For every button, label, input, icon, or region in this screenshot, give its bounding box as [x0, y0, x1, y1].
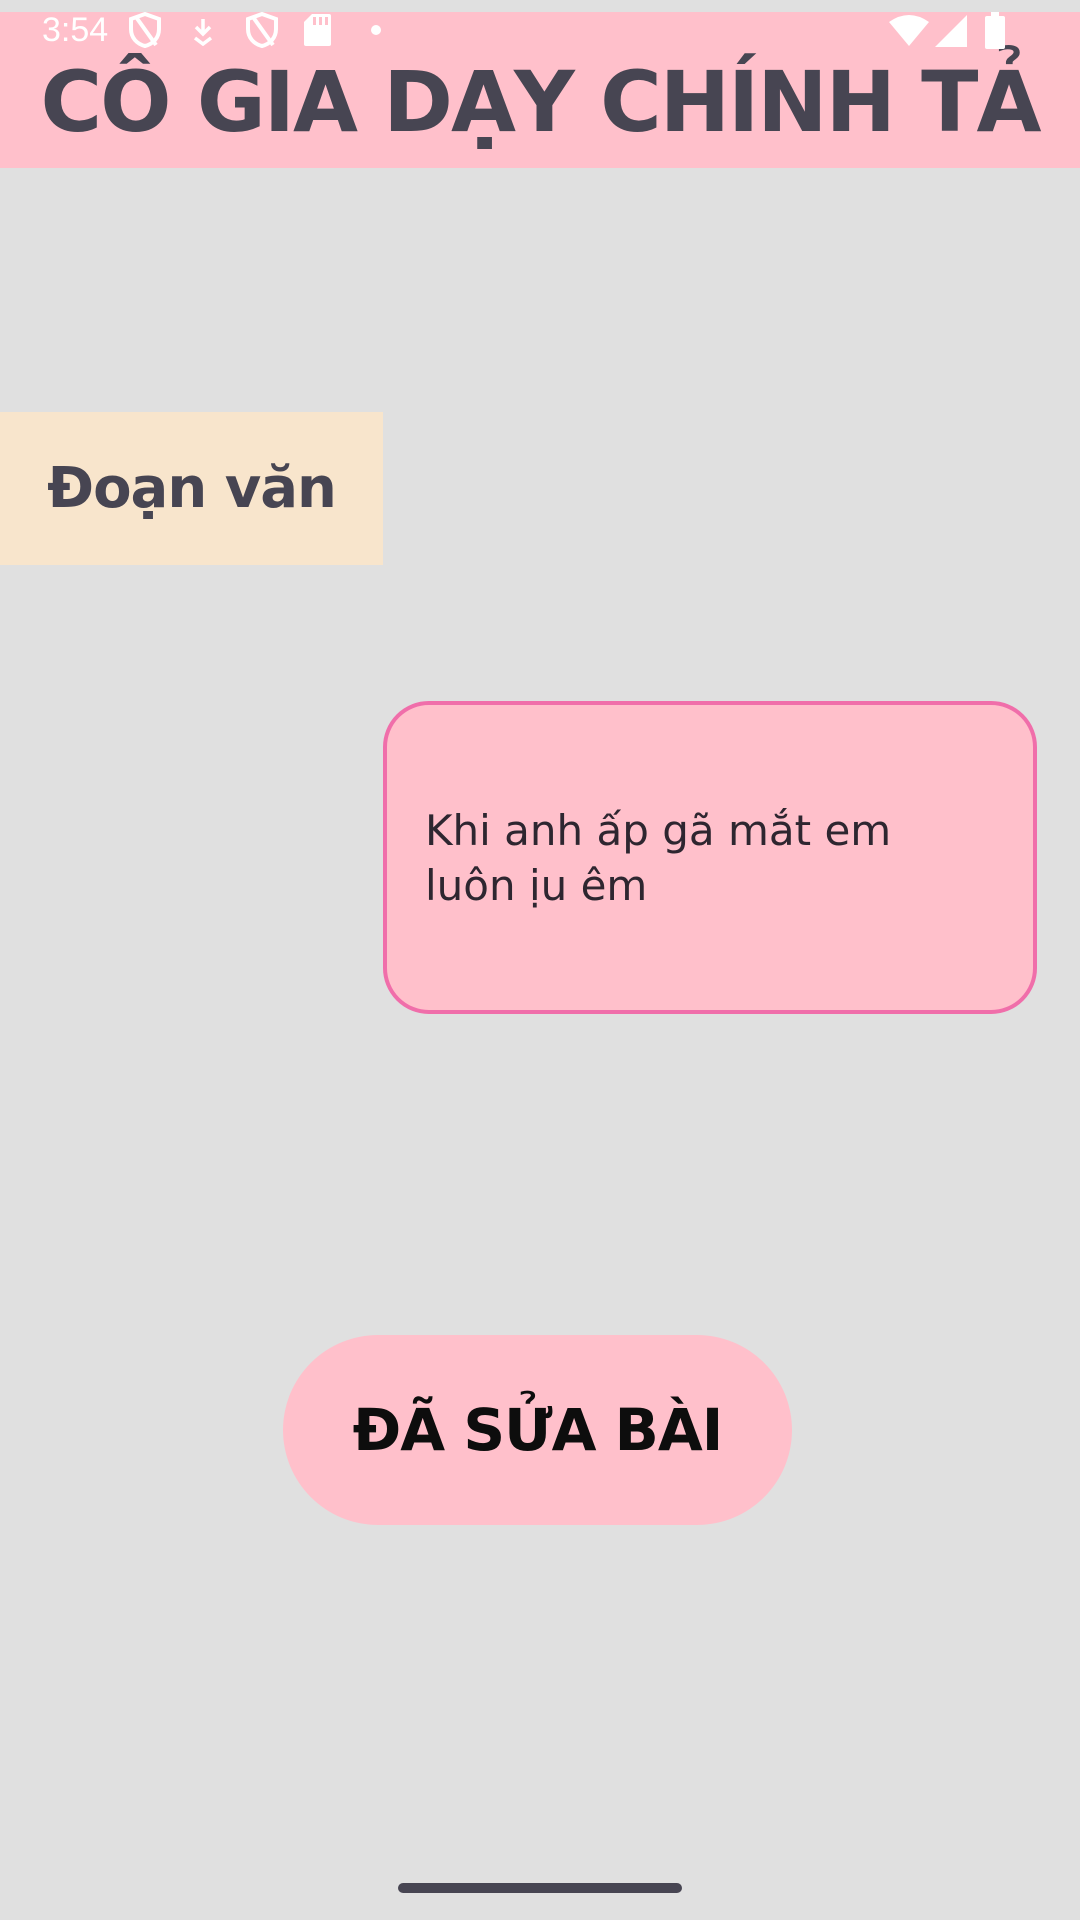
paragraph-text: Khi anh ấp gã mắt em luôn ịu êm	[425, 805, 892, 910]
shield-icon	[246, 12, 278, 48]
section-label-card: Đoạn văn	[0, 412, 383, 565]
wifi-icon	[889, 15, 929, 46]
dot-icon	[371, 25, 381, 35]
gesture-navigation-bar[interactable]	[398, 1883, 682, 1893]
sd-card-icon	[304, 14, 331, 46]
section-label: Đoạn văn	[47, 456, 337, 521]
paragraph-text-box[interactable]: Khi anh ấp gã mắt em luôn ịu êm	[383, 701, 1037, 1014]
status-bar: 3:54	[0, 0, 1080, 60]
signal-icon	[935, 15, 967, 47]
app-screen: CÔ GIA DẠY CHÍNH TẢ 3:54 Đoạn văn Khi an…	[0, 0, 1080, 1920]
download-icon	[193, 19, 213, 46]
battery-icon	[985, 12, 1005, 49]
page-title: CÔ GIA DẠY CHÍNH TẢ	[40, 53, 1042, 151]
status-time: 3:54	[42, 11, 109, 49]
submit-correction-button[interactable]: ĐÃ SỬA BÀI	[283, 1335, 792, 1525]
shield-icon	[129, 12, 161, 48]
submit-button-label: ĐÃ SỬA BÀI	[352, 1396, 724, 1464]
